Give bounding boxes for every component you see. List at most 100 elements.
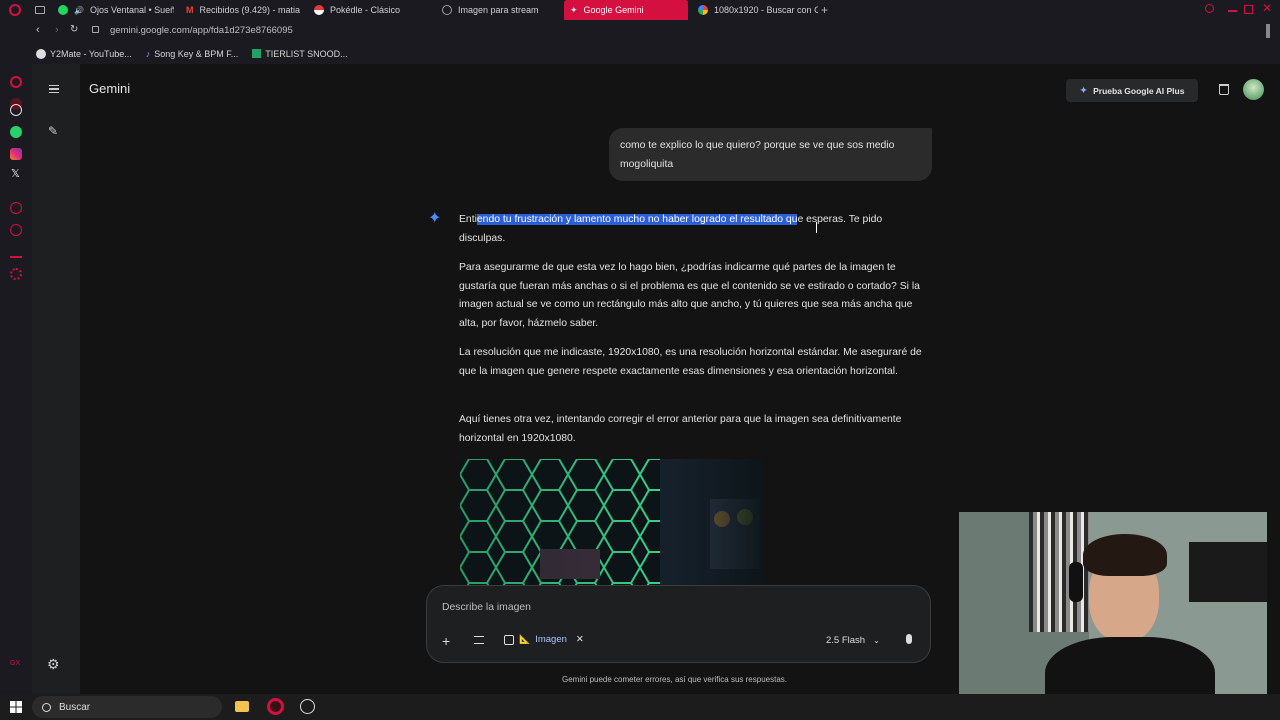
prompt-input[interactable]: Describe la imagen — [442, 602, 531, 613]
tab-gmail[interactable]: M Recibidos (9.429) - matia — [180, 0, 304, 20]
x-icon[interactable]: 𝕏 — [11, 167, 20, 180]
search-tabs-icon[interactable] — [1205, 4, 1214, 13]
sheets-icon — [252, 49, 262, 58]
url-field[interactable]: gemini.google.com/app/fda1d273e8766095 — [110, 25, 293, 36]
tab-music[interactable]: 🔊 Ojos Ventanal • Sueñ — [52, 0, 174, 20]
bookmark-y2mate[interactable]: Y2Mate - YouTube... — [36, 48, 132, 59]
close-button[interactable]: ✕ — [1262, 1, 1272, 15]
prompt-box: Describe la imagen + 📐 Imagen ✕ 2.5 Flas… — [426, 585, 931, 663]
gmail-icon: M — [186, 5, 194, 15]
globe-icon — [36, 48, 46, 59]
back-icon[interactable]: ‹ — [36, 24, 40, 36]
response-text: Enti — [459, 214, 477, 225]
copy-icon — [504, 634, 514, 645]
gx-icon[interactable]: GX — [10, 660, 20, 667]
upgrade-button[interactable]: ✦ Prueba Google AI Plus — [1066, 79, 1198, 102]
menu-icon[interactable] — [1266, 24, 1270, 38]
trash-icon[interactable] — [1219, 84, 1229, 95]
add-icon[interactable]: + — [442, 633, 450, 649]
search-label: Buscar — [59, 701, 91, 713]
tab-label: Ojos Ventanal • Sueñ — [89, 5, 174, 15]
aria-icon[interactable] — [10, 76, 22, 88]
tab-bar: 🔊 Ojos Ventanal • Sueñ M Recibidos (9.42… — [0, 0, 1280, 20]
taskbar-search[interactable]: Buscar — [32, 696, 222, 718]
bookmarks-bar: Y2Mate - YouTube... ♪ Song Key & BPM F..… — [0, 43, 1280, 64]
bookmark-tierlist[interactable]: TIERLIST SNOOD... — [252, 48, 348, 59]
tools-icon[interactable] — [474, 636, 484, 644]
selected-text: endo tu frustración y lamento mucho no h… — [476, 214, 798, 225]
tab-label: 1080x1920 - Buscar con G — [714, 5, 818, 15]
tab-google-search[interactable]: 1080x1920 - Buscar con G — [692, 0, 818, 20]
user-message-bubble: como te explico lo que quiero? porque se… — [609, 128, 932, 181]
tab-label: Pokédle - Clásico — [330, 5, 401, 15]
tab-gemini[interactable]: ✦ Google Gemini — [564, 0, 688, 20]
minimize-button[interactable] — [1228, 10, 1237, 12]
chip-label: Imagen — [535, 634, 567, 645]
app-title[interactable]: Gemini — [89, 81, 130, 96]
heart-icon[interactable] — [10, 202, 22, 214]
spotify-icon — [58, 5, 68, 15]
new-chat-icon[interactable]: ✎ — [48, 124, 58, 138]
chip-emoji: 📐 — [519, 634, 531, 644]
opera-logo-icon[interactable] — [9, 4, 21, 16]
upgrade-label: Prueba Google AI Plus — [1093, 85, 1185, 96]
settings-gear-icon[interactable]: ⚙ — [47, 656, 60, 673]
response-paragraph-4: Aquí tienes otra vez, intentando corregi… — [459, 414, 902, 444]
openai-icon[interactable] — [10, 104, 22, 116]
download-icon[interactable] — [10, 246, 22, 258]
whatsapp-icon[interactable] — [10, 126, 22, 138]
browser-sidebar: 𝕏 GX — [0, 64, 32, 694]
response-paragraph-2: Para asegurarme de que esta vez lo hago … — [459, 262, 920, 329]
forward-icon[interactable]: › — [55, 24, 59, 36]
image-chip[interactable]: 📐 Imagen ✕ — [504, 634, 584, 645]
menu-toggle-icon[interactable] — [49, 85, 59, 93]
instagram-icon[interactable] — [10, 148, 22, 160]
bookmark-songkey[interactable]: ♪ Song Key & BPM F... — [146, 49, 239, 59]
address-bar: ‹ › ↻ gemini.google.com/app/fda1d273e876… — [0, 20, 1280, 43]
remove-chip-icon[interactable]: ✕ — [576, 634, 584, 645]
tv-screen — [1189, 542, 1267, 602]
headset — [1069, 562, 1083, 602]
model-selector[interactable]: 2.5 Flash ⌄ — [826, 635, 880, 646]
tab-label: Recibidos (9.429) - matia — [199, 5, 301, 15]
file-explorer-icon[interactable] — [235, 701, 249, 712]
bookmark-label: Y2Mate - YouTube... — [50, 48, 132, 59]
taskbar: Buscar — [0, 694, 1280, 720]
gemini-sparkle-icon: ✦ — [570, 4, 578, 15]
pokeball-icon — [314, 5, 324, 15]
chevron-down-icon: ⌄ — [873, 636, 880, 645]
user-message-text: como te explico lo que quiero? porque se… — [620, 140, 895, 170]
bookmark-label: Song Key & BPM F... — [154, 48, 239, 59]
tab-imagen-stream[interactable]: Imagen para stream — [436, 0, 562, 20]
disclaimer: Gemini puede cometer errores, así que ve… — [562, 675, 787, 684]
gemini-response-icon: ✦ — [428, 210, 442, 227]
tab-label: Imagen para stream — [458, 5, 539, 15]
gemini-main: Gemini ✦ Prueba Google AI Plus como te e… — [80, 64, 1280, 720]
lock-icon — [92, 26, 99, 33]
response-paragraph-1: Entiendo tu frustración y lamento mucho … — [459, 211, 931, 248]
opera-gx-taskbar-icon[interactable] — [267, 698, 284, 715]
new-tab-button[interactable]: + — [821, 3, 828, 17]
search-icon — [42, 702, 51, 712]
settings-icon[interactable] — [10, 268, 22, 280]
bookmark-label: TIERLIST SNOOD... — [265, 48, 348, 59]
sparkle-icon: ✦ — [1080, 85, 1088, 95]
webcam-overlay — [959, 512, 1267, 720]
workspaces-icon[interactable] — [35, 6, 45, 14]
tab-label: Google Gemini — [583, 5, 644, 15]
history-icon[interactable] — [10, 224, 22, 236]
response-paragraph-3: La resolución que me indicaste, 1920x108… — [459, 347, 922, 377]
reload-icon[interactable]: ↻ — [70, 24, 78, 35]
avatar[interactable] — [1243, 79, 1264, 100]
gemini-sidebar: ✎ ⚙ — [32, 64, 80, 694]
microphone-icon[interactable] — [906, 634, 912, 644]
text-cursor-icon — [816, 222, 817, 233]
google-icon — [698, 5, 708, 15]
windows-start-icon[interactable] — [10, 701, 22, 713]
generated-image[interactable] — [460, 459, 764, 587]
maximize-button[interactable] — [1244, 5, 1253, 14]
globe-icon — [442, 5, 452, 15]
tab-pokedle[interactable]: Pokédle - Clásico — [308, 0, 434, 20]
app-taskbar-icon[interactable] — [300, 699, 315, 714]
person-hair — [1083, 534, 1167, 576]
